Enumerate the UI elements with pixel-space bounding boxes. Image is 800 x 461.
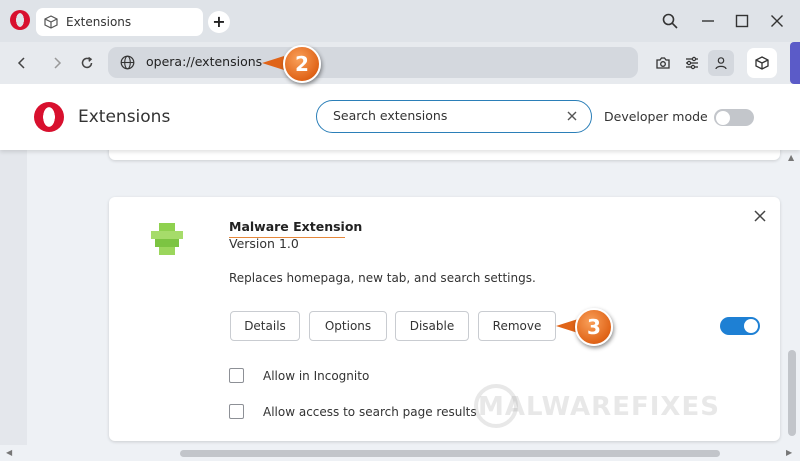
remove-button[interactable]: Remove — [478, 311, 556, 341]
clear-search-icon[interactable] — [565, 109, 579, 123]
page-title: Extensions — [78, 107, 171, 127]
developer-mode-label: Developer mode — [604, 109, 708, 124]
cube-icon — [755, 56, 769, 70]
navigation-toolbar: opera://extensions — [0, 42, 800, 84]
search-access-label: Allow access to search page results — [263, 405, 477, 419]
new-tab-button[interactable]: + — [208, 11, 230, 33]
callout-step-2: 2 — [283, 45, 321, 83]
opera-logo — [34, 102, 64, 132]
forward-icon[interactable] — [47, 53, 67, 73]
easy-setup-icon[interactable] — [682, 53, 702, 73]
page-header: Extensions Developer mode — [0, 84, 800, 150]
camera-icon[interactable] — [653, 53, 673, 73]
extensions-button[interactable] — [747, 48, 777, 78]
extension-name: Malware Extension — [229, 219, 363, 234]
globe-icon — [120, 55, 135, 70]
developer-mode-toggle[interactable] — [714, 109, 754, 126]
incognito-checkbox[interactable] — [229, 368, 244, 383]
callout-step-3: 3 — [575, 308, 613, 346]
cube-icon — [44, 15, 58, 29]
profile-button[interactable] — [708, 50, 734, 76]
search-input[interactable] — [333, 108, 553, 123]
search-box — [316, 100, 592, 133]
maximize-icon[interactable] — [732, 11, 752, 31]
extension-enabled-toggle[interactable] — [720, 317, 760, 335]
minimize-icon[interactable] — [698, 11, 718, 31]
extension-icon — [151, 223, 183, 255]
vertical-scrollbar[interactable]: ▲ — [784, 150, 800, 445]
search-access-checkbox[interactable] — [229, 404, 244, 419]
extension-description: Replaces homepaga, new tab, and search s… — [229, 271, 536, 285]
address-bar[interactable]: opera://extensions — [108, 47, 638, 78]
extensions-page: Extensions Developer mode Malware Extens… — [0, 84, 800, 461]
disable-button[interactable]: Disable — [395, 311, 469, 341]
close-window-icon[interactable] — [767, 11, 787, 31]
user-icon — [714, 56, 728, 70]
remove-card-close-icon[interactable] — [753, 209, 767, 223]
tab-strip: Extensions + — [0, 0, 800, 42]
reload-icon[interactable] — [77, 53, 97, 73]
extension-version: Version 1.0 — [229, 236, 299, 251]
callout-2-arrow — [262, 56, 284, 70]
left-panel — [0, 150, 27, 461]
tab-extensions[interactable]: Extensions — [36, 8, 203, 36]
url-text: opera://extensions — [146, 54, 263, 69]
incognito-label: Allow in Incognito — [263, 369, 370, 383]
vertical-scroll-thumb[interactable] — [788, 350, 796, 436]
opera-menu-icon[interactable] — [10, 10, 30, 30]
back-icon[interactable] — [12, 53, 32, 73]
search-tabs-icon[interactable] — [660, 11, 680, 31]
horizontal-scrollbar[interactable]: ◀ ▶ — [0, 445, 800, 461]
details-button[interactable]: Details — [230, 311, 300, 341]
options-button[interactable]: Options — [309, 311, 387, 341]
sidebar-edge[interactable] — [790, 42, 800, 84]
horizontal-scroll-thumb[interactable] — [180, 450, 720, 457]
tab-title: Extensions — [66, 15, 132, 29]
watermark-text: MALWAREFIXES — [478, 392, 720, 422]
